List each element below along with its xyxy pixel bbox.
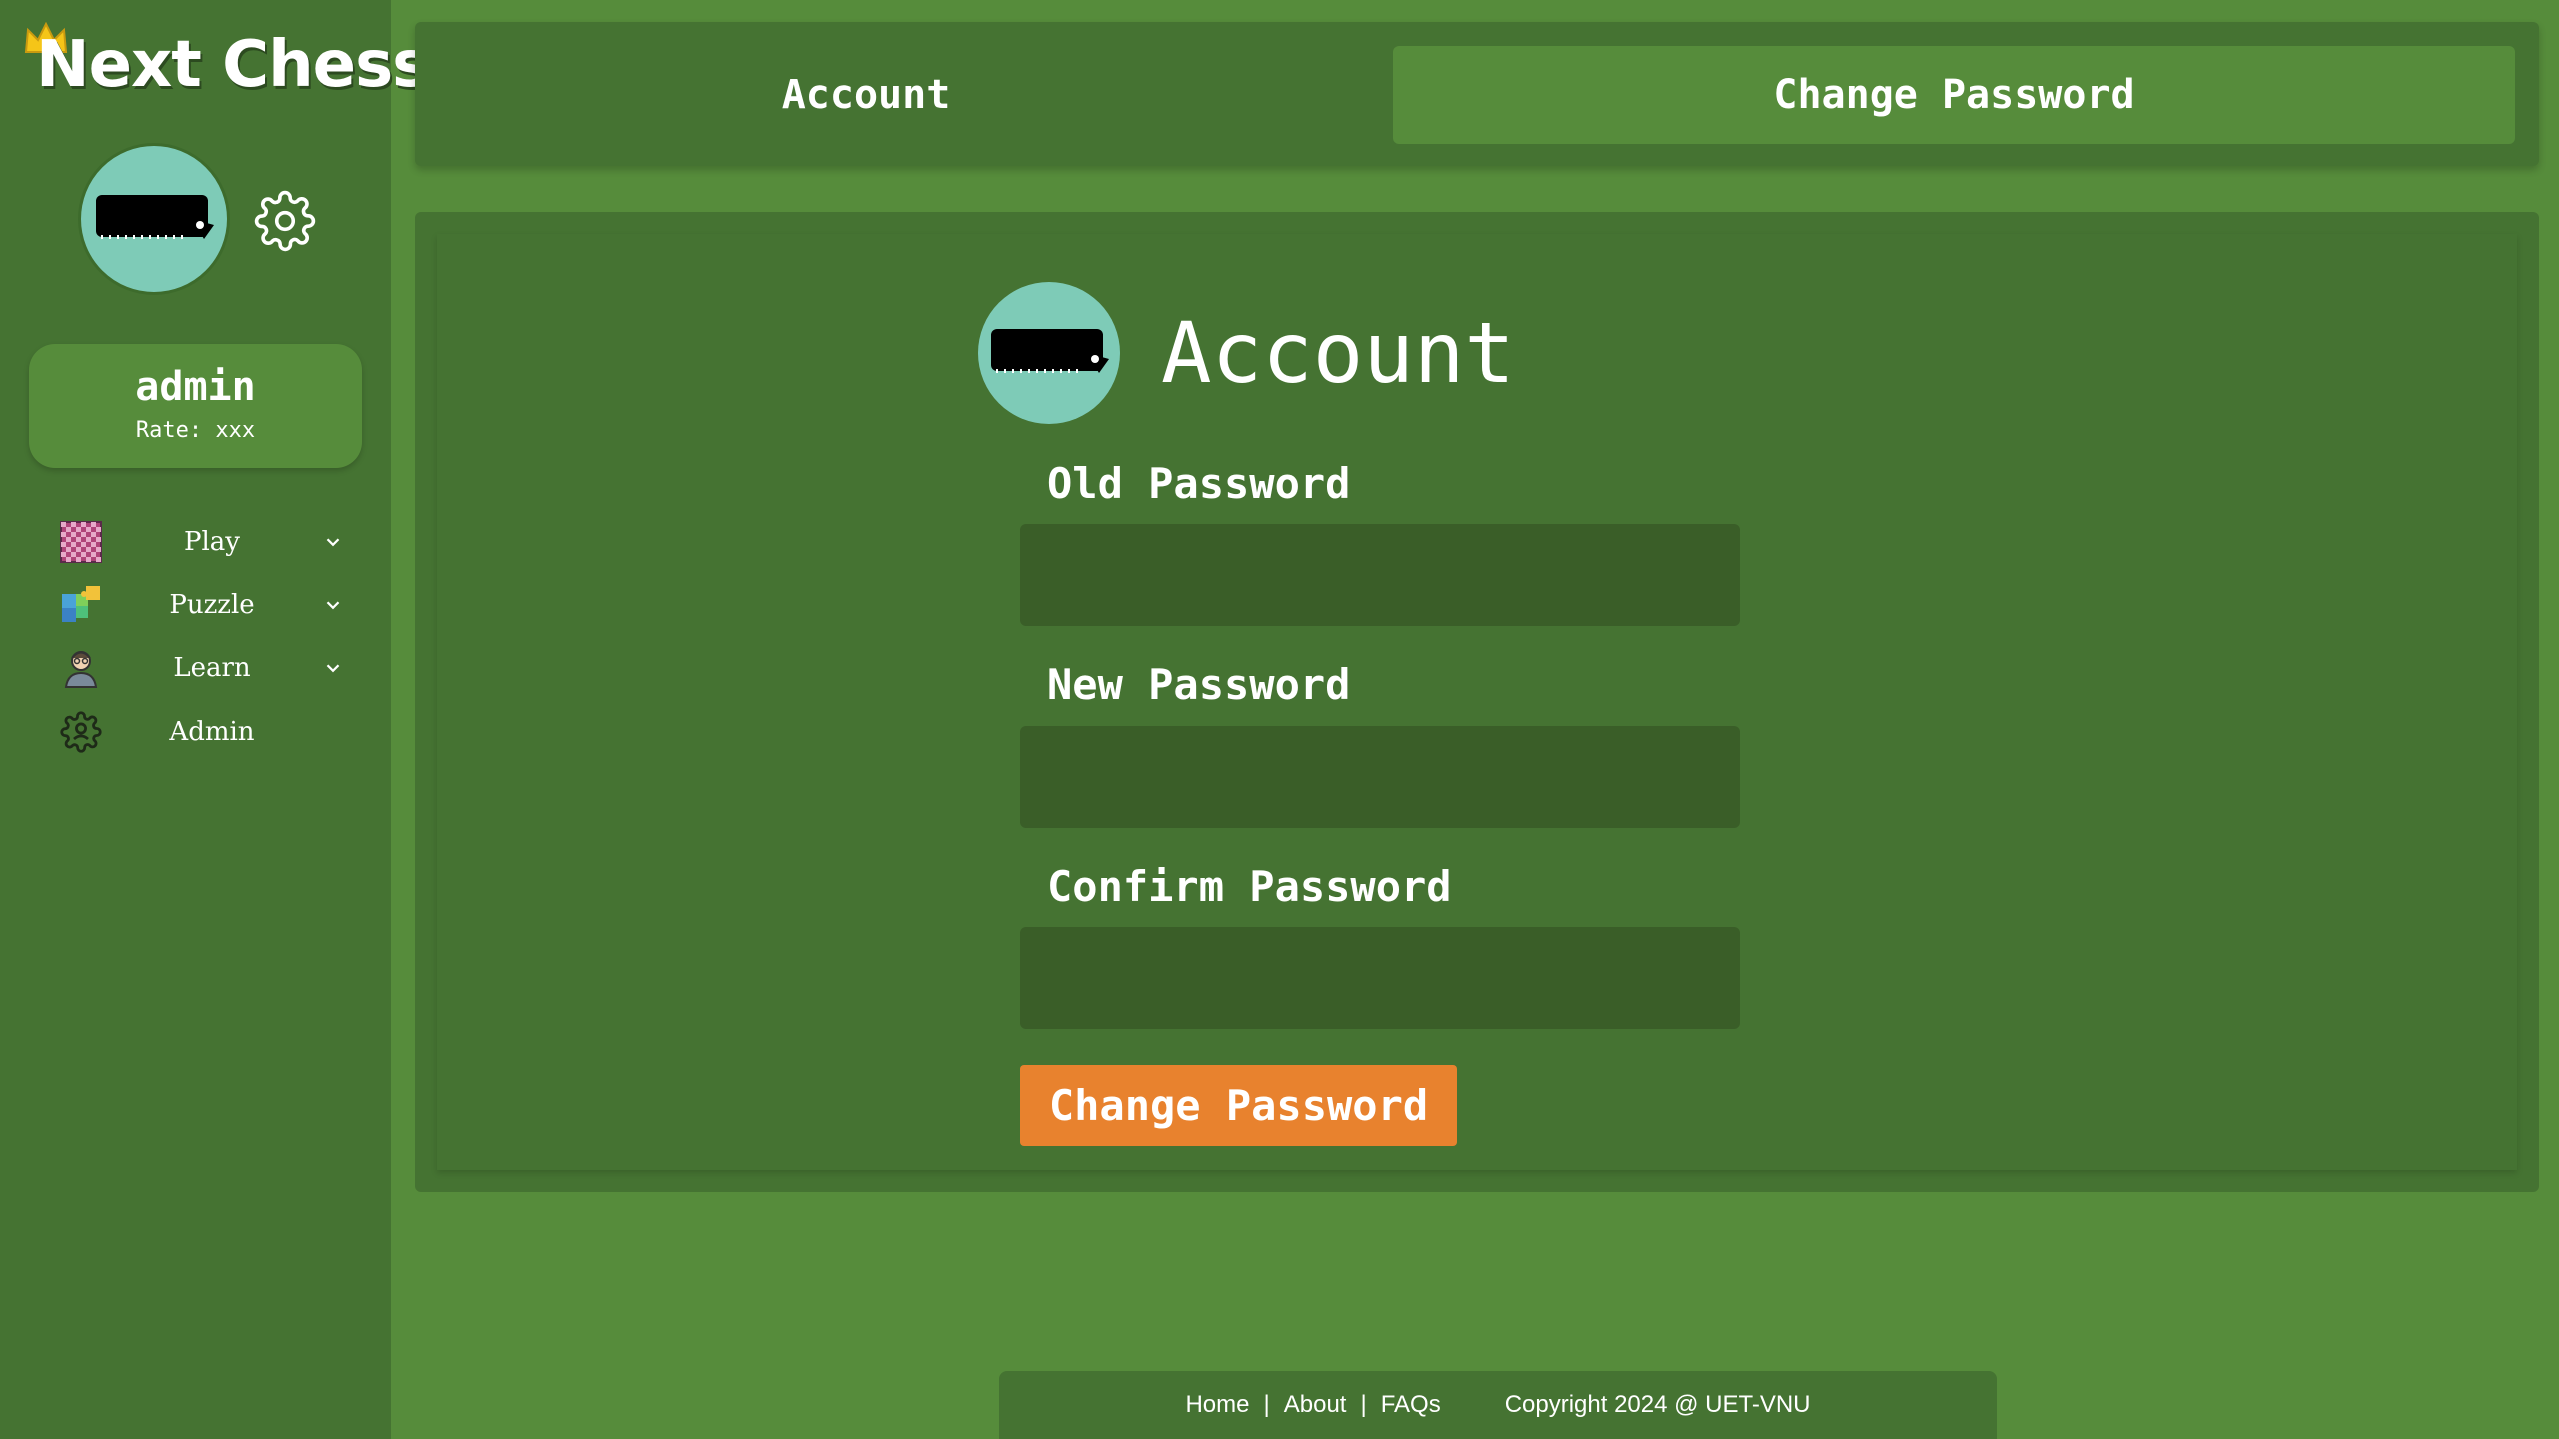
sidebar-item-label: Puzzle bbox=[169, 590, 255, 620]
sidebar-item-label: Learn bbox=[173, 653, 251, 683]
settings-button[interactable] bbox=[254, 190, 316, 252]
footer-link-about[interactable]: About bbox=[1284, 1391, 1347, 1419]
teacher-icon bbox=[64, 651, 98, 688]
copyright-text: Copyright 2024 @ UET-VNU bbox=[1504, 1391, 1811, 1418]
tab-account[interactable]: Account bbox=[439, 46, 1293, 144]
gear-icon bbox=[254, 190, 316, 252]
username: admin bbox=[135, 364, 256, 410]
sidebar-item-label: Admin bbox=[169, 717, 255, 747]
old-password-label: Old Password bbox=[1047, 459, 1351, 508]
logo[interactable]: Next Chess bbox=[24, 22, 430, 102]
sidebar-item-play[interactable]: Play bbox=[60, 517, 350, 567]
user-card: admin Rate: xxx bbox=[29, 344, 362, 468]
chevron-down-icon[interactable] bbox=[322, 594, 344, 616]
puzzle-icon bbox=[62, 586, 100, 622]
account-avatar bbox=[978, 282, 1120, 424]
chevron-down-icon[interactable] bbox=[322, 531, 344, 553]
old-password-field[interactable] bbox=[1020, 524, 1740, 626]
sidebar-item-label: Play bbox=[184, 527, 240, 557]
sidebar: Next Chess admin Rate: xxx Play Puzzle L… bbox=[0, 0, 430, 1439]
footer-link-faqs[interactable]: FAQs bbox=[1381, 1391, 1441, 1419]
tab-bar: Account Change Password bbox=[415, 22, 2539, 166]
user-rate: Rate: xxx bbox=[135, 418, 256, 443]
sidebar-item-admin[interactable]: Admin bbox=[60, 707, 350, 757]
new-password-label: New Password bbox=[1047, 660, 1351, 709]
avatar-image-icon bbox=[96, 195, 214, 239]
change-password-form: Account Old Password New Password Confir… bbox=[437, 234, 2517, 1170]
confirm-password-label: Confirm Password bbox=[1047, 862, 1452, 911]
avatar-image-icon bbox=[991, 329, 1109, 373]
logo-text: Next Chess bbox=[36, 28, 430, 102]
page-title: Account bbox=[1161, 304, 1516, 402]
change-password-button[interactable]: Change Password bbox=[1020, 1065, 1457, 1146]
new-password-field[interactable] bbox=[1020, 726, 1740, 828]
footer-separator: | bbox=[1360, 1391, 1367, 1418]
chessboard-icon bbox=[60, 521, 102, 563]
chevron-down-icon[interactable] bbox=[322, 657, 344, 679]
confirm-password-field[interactable] bbox=[1020, 927, 1740, 1029]
admin-gear-icon bbox=[60, 711, 102, 753]
main-panel: Account Old Password New Password Confir… bbox=[415, 212, 2539, 1192]
sidebar-item-puzzle[interactable]: Puzzle bbox=[60, 580, 350, 630]
footer: Home | About | FAQs Copyright 2024 @ UET… bbox=[999, 1371, 1997, 1439]
sidebar-item-learn[interactable]: Learn bbox=[60, 643, 350, 693]
footer-link-home[interactable]: Home bbox=[1185, 1391, 1249, 1419]
avatar[interactable] bbox=[78, 143, 230, 295]
tab-change-password[interactable]: Change Password bbox=[1393, 46, 2515, 144]
footer-separator: | bbox=[1263, 1391, 1270, 1418]
